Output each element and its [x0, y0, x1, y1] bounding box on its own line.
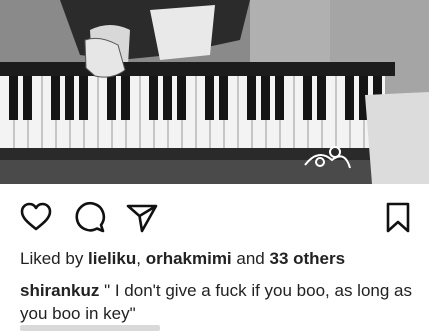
liker-username-link[interactable]: lieliku	[88, 249, 136, 268]
bookmark-icon[interactable]	[381, 200, 415, 234]
likes-others-link[interactable]: 33 others	[269, 249, 345, 268]
post-caption: shirankuz " I don't give a fuck if you b…	[20, 279, 415, 325]
heart-icon[interactable]	[19, 200, 53, 234]
comment-icon[interactable]	[72, 200, 106, 234]
send-icon[interactable]	[125, 200, 159, 234]
piano-photo-illustration	[0, 0, 429, 184]
post-photo[interactable]	[0, 0, 429, 184]
likes-line: Liked by lieliku, orhakmimi and 33 other…	[20, 249, 345, 269]
post-actions-bar	[0, 200, 429, 234]
truncated-next-line	[20, 325, 160, 331]
likes-middle: and	[231, 249, 270, 268]
likes-separator: ,	[136, 249, 146, 268]
liker-username-link[interactable]: orhakmimi	[146, 249, 232, 268]
caption-username-link[interactable]: shirankuz	[20, 281, 99, 300]
likes-prefix: Liked by	[20, 249, 89, 268]
